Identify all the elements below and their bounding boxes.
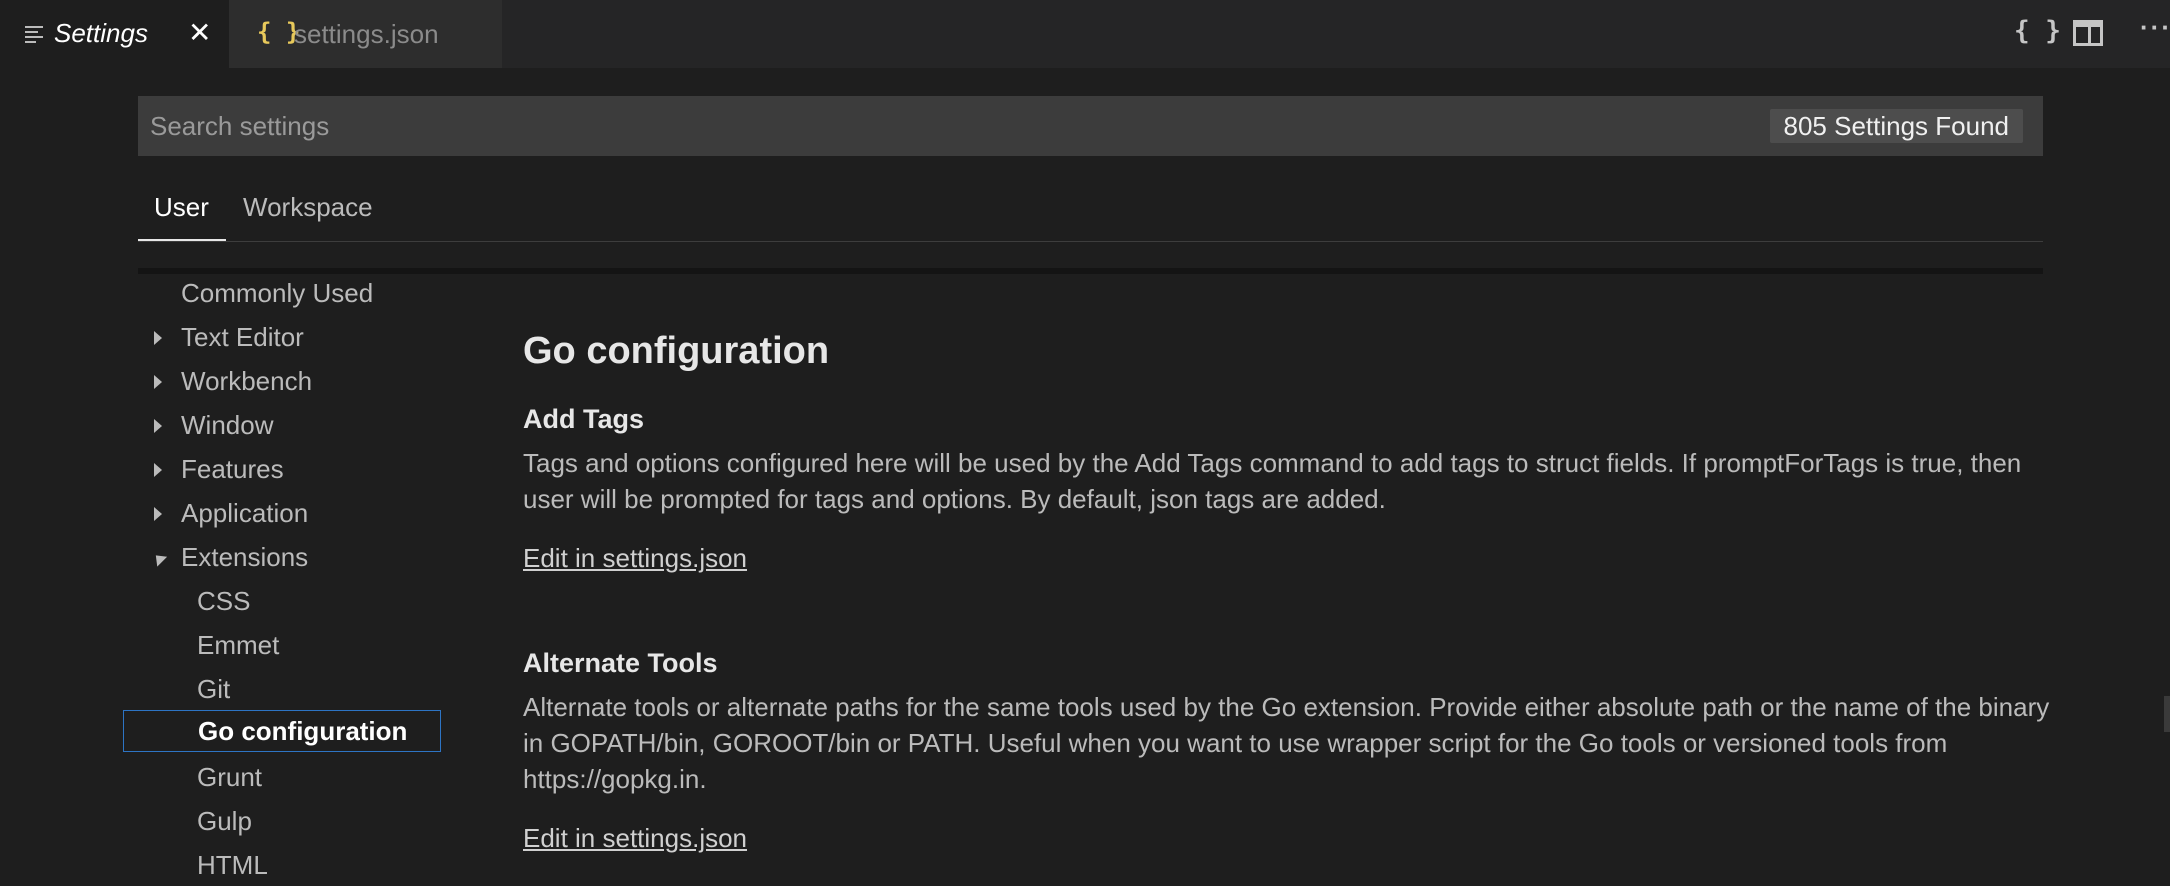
chevron-right-icon: [154, 463, 162, 477]
toc-item-git[interactable]: Git: [0, 670, 470, 710]
settings-toc: Commonly Used Text Editor Workbench Wind…: [0, 274, 470, 886]
toc-item-label: Features: [181, 454, 284, 484]
more-actions-icon[interactable]: ···: [2140, 12, 2170, 43]
setting-description: Tags and options configured here will be…: [523, 448, 2022, 514]
list-lines-icon: [25, 26, 43, 43]
toc-item-label: Text Editor: [181, 322, 304, 352]
tab-workspace[interactable]: Workspace: [243, 192, 373, 223]
toc-item-html[interactable]: HTML: [0, 846, 470, 886]
toc-item-label: Window: [181, 410, 274, 440]
search-bar: 805 Settings Found: [138, 96, 2043, 156]
tab-settings-label: Settings: [54, 18, 148, 48]
toc-item-label: Commonly Used: [181, 278, 374, 308]
toc-item-css[interactable]: CSS: [0, 582, 470, 622]
toc-item-window[interactable]: Window: [0, 406, 470, 446]
setting-title: Alternate Tools: [523, 648, 718, 678]
toc-item-grunt[interactable]: Grunt: [0, 758, 470, 798]
toc-item-application[interactable]: Application: [0, 494, 470, 534]
toc-item-text-editor[interactable]: Text Editor: [0, 318, 470, 358]
toc-item-label: HTML: [197, 850, 268, 880]
settings-scope-tabs: User Workspace: [138, 180, 2043, 242]
tab-user[interactable]: User: [154, 192, 209, 223]
edit-in-settings-json-link[interactable]: Edit in settings.json: [523, 823, 747, 854]
toc-item-commonly-used[interactable]: Commonly Used: [0, 274, 470, 314]
toc-item-label: Git: [197, 674, 231, 704]
setting-add-tags: Add Tags Tags and options configured her…: [523, 404, 2053, 574]
toc-item-go-configuration[interactable]: Go configuration: [123, 710, 441, 752]
split-editor-icon[interactable]: [2073, 20, 2103, 46]
toc-item-extensions[interactable]: Extensions: [0, 538, 470, 578]
open-settings-json-icon[interactable]: { }: [2014, 16, 2061, 46]
toc-item-label: Extensions: [181, 542, 309, 572]
toc-item-features[interactable]: Features: [0, 450, 470, 490]
chevron-right-icon: [154, 419, 162, 433]
setting-description: Alternate tools or alternate paths for t…: [523, 692, 2050, 794]
settings-found-badge: 805 Settings Found: [1769, 109, 2023, 143]
toc-item-label: Workbench: [181, 366, 313, 396]
toc-item-workbench[interactable]: Workbench: [0, 362, 470, 402]
active-tab-underline: [138, 239, 226, 241]
toc-item-label: Gulp: [197, 806, 252, 836]
editor-tab-bar: Settings ✕ { } settings.json { } ···: [0, 0, 2170, 68]
toc-item-emmet[interactable]: Emmet: [0, 626, 470, 666]
close-icon[interactable]: ✕: [188, 16, 211, 49]
tab-settings-json-label: settings.json: [294, 19, 439, 49]
setting-title: Add Tags: [523, 404, 644, 434]
toc-item-label: Go configuration: [198, 716, 408, 746]
chevron-down-icon: [150, 550, 168, 567]
toc-item-gulp[interactable]: Gulp: [0, 802, 470, 842]
toc-item-label: Emmet: [197, 630, 280, 660]
toc-item-label: Grunt: [197, 762, 263, 792]
section-title: Go configuration: [523, 330, 830, 372]
chevron-right-icon: [154, 375, 162, 389]
toc-item-label: Application: [181, 498, 309, 528]
toc-item-label: CSS: [197, 586, 251, 616]
tab-settings-json[interactable]: { } settings.json: [229, 0, 502, 68]
chevron-right-icon: [154, 331, 162, 345]
chevron-right-icon: [154, 507, 162, 521]
edit-in-settings-json-link[interactable]: Edit in settings.json: [523, 543, 747, 574]
scrollbar-thumb[interactable]: [2164, 696, 2170, 732]
search-input[interactable]: [150, 96, 1650, 156]
tab-settings[interactable]: Settings ✕: [0, 0, 229, 68]
setting-alternate-tools: Alternate Tools Alternate tools or alter…: [523, 648, 2053, 854]
